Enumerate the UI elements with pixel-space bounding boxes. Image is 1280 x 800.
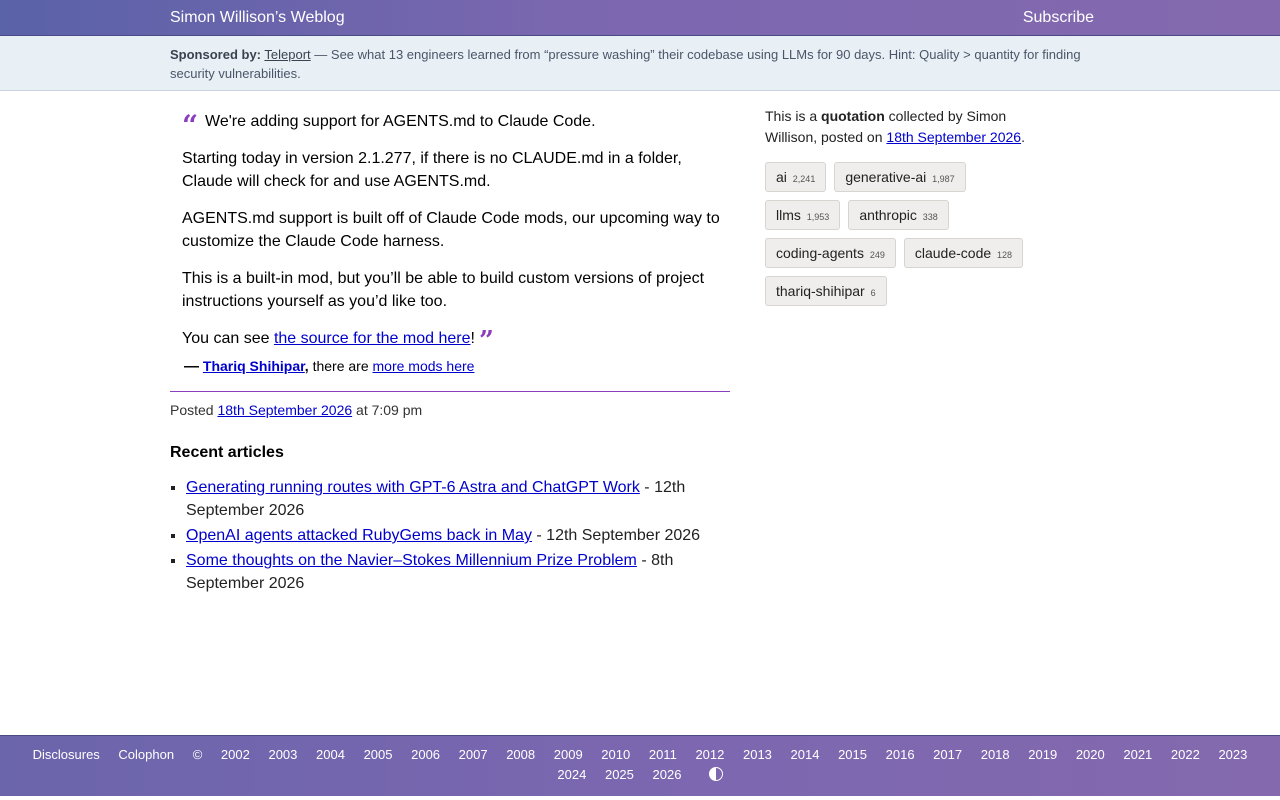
tag-count: 128 (997, 250, 1013, 260)
tag-label: llms (776, 207, 801, 223)
tag-count: 338 (922, 212, 938, 222)
footer-year-link[interactable]: 2012 (695, 747, 724, 762)
quote-paragraph-1: We're adding support for AGENTS.md to Cl… (205, 113, 596, 130)
quote-paragraph-3: AGENTS.md support is built off of Claude… (182, 209, 720, 251)
tag-generative-ai[interactable]: generative-ai 1,987 (834, 162, 966, 192)
footer-year-link[interactable]: 2024 (557, 767, 586, 782)
site-footer: Disclosures Colophon © 2002 2003 2004 20… (0, 735, 1280, 796)
footer-year-link[interactable]: 2007 (459, 747, 488, 762)
sponsor-label: Sponsored by: (170, 47, 262, 62)
tag-list: ai 2,241 generative-ai 1,987 llms 1,953 … (765, 162, 1055, 314)
tag-label: ai (776, 169, 787, 185)
footer-year-link[interactable]: 2004 (316, 747, 345, 762)
tag-ai[interactable]: ai 2,241 (765, 162, 827, 192)
tag-claude-code[interactable]: claude-code 128 (903, 238, 1024, 268)
footer-year-link[interactable]: 2016 (886, 747, 915, 762)
recent-article-item: OpenAI agents attacked RubyGems back in … (186, 524, 730, 547)
close-quote-icon: ” (478, 325, 494, 356)
footer-year-link[interactable]: 2023 (1218, 747, 1247, 762)
footer-year-link[interactable]: 2005 (364, 747, 393, 762)
tag-label: thariq-shihipar (776, 283, 865, 299)
footer-year-link[interactable]: 2022 (1171, 747, 1200, 762)
quote-paragraph-5-suffix: ! (470, 329, 475, 347)
contrast-icon[interactable] (708, 767, 723, 781)
tag-llms[interactable]: llms 1,953 (765, 200, 841, 230)
footer-year-link[interactable]: 2025 (605, 767, 634, 782)
more-mods-link[interactable]: more mods here (373, 358, 475, 374)
posted-line: Posted 18th September 2026 at 7:09 pm (170, 402, 730, 418)
blockquote: “ We're adding support for AGENTS.md to … (170, 109, 730, 354)
footer-year-link[interactable]: 2018 (981, 747, 1010, 762)
footer-year-link[interactable]: 2010 (601, 747, 630, 762)
tag-label: anthropic (859, 207, 917, 223)
citation-dash: — (184, 358, 199, 375)
sponsor-text: Sponsored by: Teleport — See what 13 eng… (170, 45, 1100, 83)
posted-time: at 7:09 pm (352, 402, 423, 418)
citation-author-link[interactable]: Thariq Shihipar (203, 358, 305, 374)
main-content: “ We're adding support for AGENTS.md to … (170, 110, 730, 597)
tag-count: 2,241 (792, 174, 816, 184)
recent-article-link[interactable]: OpenAI agents attacked RubyGems back in … (186, 527, 532, 544)
about-end: . (1021, 129, 1025, 145)
quote-paragraph-2: Starting today in version 2.1.277, if th… (182, 149, 682, 191)
tag-anthropic[interactable]: anthropic 338 (848, 200, 949, 230)
tag-label: generative-ai (845, 169, 927, 185)
footer-year-link[interactable]: 2008 (506, 747, 535, 762)
citation-middle: there are (308, 358, 373, 374)
tag-thariq-shihipar[interactable]: thariq-shihipar 6 (765, 276, 887, 306)
quote-paragraph-4: This is a built-in mod, but you’ll be ab… (182, 269, 705, 311)
posted-date-link[interactable]: 18th September 2026 (217, 402, 352, 418)
recent-article-link[interactable]: Generating running routes with GPT-6 Ast… (186, 479, 640, 496)
recent-article-item: Some thoughts on the Navier–Stokes Mille… (186, 549, 730, 595)
tag-count: 1,953 (806, 212, 830, 222)
sidebar: This is a quotation collected by Simon W… (765, 106, 1055, 314)
open-quote-icon: “ (182, 109, 199, 142)
tag-label: claude-code (914, 245, 992, 261)
mod-source-link[interactable]: the source for the mod here (274, 330, 471, 347)
footer-colophon-link[interactable]: Colophon (118, 747, 174, 762)
tag-label: coding-agents (776, 245, 864, 261)
subscribe-link[interactable]: Subscribe (1023, 9, 1094, 27)
tag-count: 249 (869, 250, 885, 260)
site-header: Simon Willison’s Weblog Subscribe (0, 0, 1280, 36)
footer-year-link[interactable]: 2015 (838, 747, 867, 762)
footer-year-link[interactable]: 2009 (554, 747, 583, 762)
footer-year-link[interactable]: 2020 (1076, 747, 1105, 762)
tag-count: 1,987 (932, 174, 955, 184)
quotation-about: This is a quotation collected by Simon W… (765, 106, 1035, 148)
footer-row-2: 2024 2025 2026 (0, 767, 1280, 782)
footer-year-link[interactable]: 2013 (743, 747, 772, 762)
tag-coding-agents[interactable]: coding-agents 249 (765, 238, 896, 268)
sponsor-banner: Sponsored by: Teleport — See what 13 eng… (0, 36, 1280, 91)
about-prefix: This is a (765, 108, 822, 124)
footer-copyright: © (192, 747, 203, 762)
recent-article-item: Generating running routes with GPT-6 Ast… (186, 476, 730, 522)
footer-disclosures-link[interactable]: Disclosures (33, 747, 100, 762)
quote-paragraph-5-prefix: You can see (182, 329, 274, 347)
divider (170, 391, 730, 392)
site-title-link[interactable]: Simon Willison’s Weblog (170, 9, 345, 27)
recent-article-link[interactable]: Some thoughts on the Navier–Stokes Mille… (186, 552, 637, 569)
recent-articles-list: Generating running routes with GPT-6 Ast… (170, 476, 730, 595)
tag-count: 6 (870, 288, 876, 298)
citation: — Thariq Shihipar, there are more mods h… (184, 358, 730, 375)
footer-year-link[interactable]: 2011 (649, 747, 677, 762)
about-date-link[interactable]: 18th September 2026 (886, 129, 1021, 145)
footer-row-1: Disclosures Colophon © 2002 2003 2004 20… (0, 747, 1280, 762)
quote-paragraph-5: You can see the source for the mod here!… (182, 327, 730, 354)
sponsor-link[interactable]: Teleport (264, 47, 310, 62)
footer-year-link[interactable]: 2017 (933, 747, 962, 762)
footer-year-link[interactable]: 2021 (1123, 747, 1152, 762)
recent-articles-heading: Recent articles (170, 444, 284, 461)
recent-article-date: - 12th September 2026 (531, 527, 701, 544)
footer-year-link[interactable]: 2014 (791, 747, 820, 762)
footer-year-link[interactable]: 2019 (1028, 747, 1057, 762)
posted-prefix: Posted (170, 402, 218, 418)
footer-year-link[interactable]: 2002 (221, 747, 250, 762)
footer-year-link[interactable]: 2026 (653, 767, 682, 782)
footer-year-link[interactable]: 2003 (268, 747, 297, 762)
about-type: quotation (821, 108, 885, 124)
footer-year-link[interactable]: 2006 (411, 747, 440, 762)
